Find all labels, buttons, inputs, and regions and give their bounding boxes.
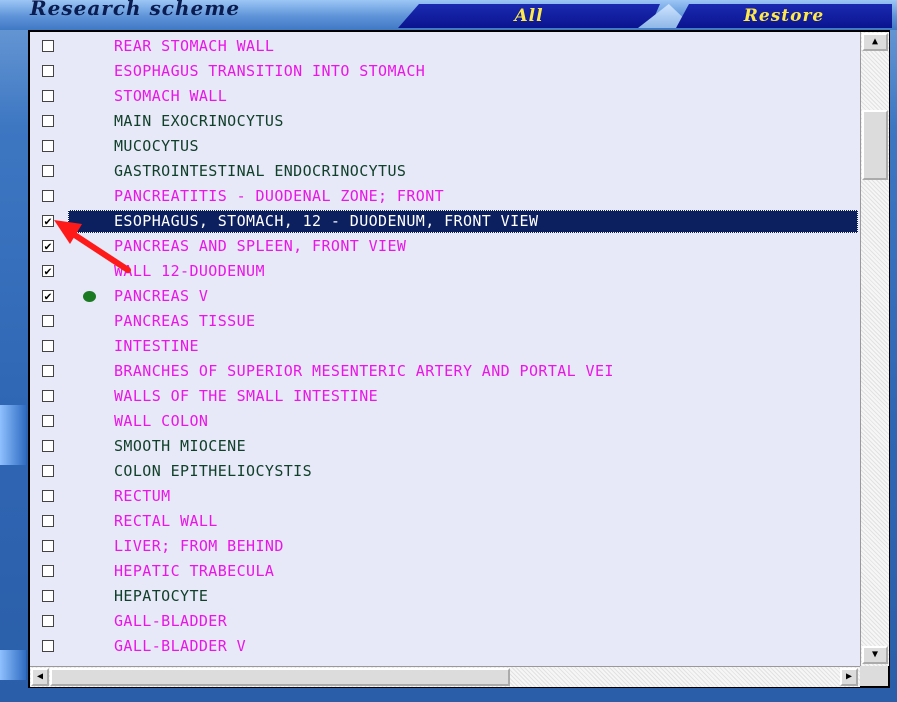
scroll-left-button[interactable]: ◀ (31, 668, 49, 686)
list-item-label: COLON EPITHELIOCYSTIS (114, 462, 313, 480)
list-item[interactable]: RECTAL WALL (30, 509, 860, 534)
list-item-label: SMOOTH MIOCENE (114, 437, 247, 455)
scheme-list[interactable]: REAR STOMACH WALL ESOPHAGUS TRANSITION IN… (30, 32, 860, 666)
list-item[interactable]: WALLS OF THE SMALL INTESTINE (30, 384, 860, 409)
list-item-label: MAIN EXOCRINOCYTUS (114, 112, 284, 130)
list-item-label: WALLS OF THE SMALL INTESTINE (114, 387, 379, 405)
list-item-label: HEPATIC TRABECULA (114, 562, 275, 580)
item-checkbox[interactable] (42, 190, 54, 202)
item-checkbox[interactable]: ✔ (42, 240, 54, 252)
frame-decoration (0, 650, 26, 680)
item-checkbox[interactable] (42, 415, 54, 427)
frame-decoration (0, 405, 26, 465)
vertical-scroll-thumb[interactable] (862, 110, 888, 180)
item-checkbox[interactable] (42, 315, 54, 327)
item-checkbox[interactable] (42, 40, 54, 52)
list-item[interactable]: PANCREAS TISSUE (30, 309, 860, 334)
list-item-label: RECTUM (114, 487, 171, 505)
list-item[interactable]: GASTROINTESTINAL ENDOCRINOCYTUS (30, 159, 860, 184)
item-checkbox[interactable] (42, 390, 54, 402)
list-item-label: GASTROINTESTINAL ENDOCRINOCYTUS (114, 162, 407, 180)
list-item-label: WALL 12-DUODENUM (114, 262, 265, 280)
list-item-label: WALL COLON (114, 412, 209, 430)
up-arrow-icon: ▲ (871, 36, 879, 47)
list-item-label: LIVER; FROM BEHIND (114, 537, 284, 555)
all-button[interactable]: All (398, 4, 660, 28)
horizontal-scroll-thumb[interactable] (50, 668, 510, 686)
item-checkbox[interactable] (42, 490, 54, 502)
item-checkbox[interactable] (42, 640, 54, 652)
list-item[interactable]: ✔ WALL 12-DUODENUM (30, 259, 860, 284)
down-arrow-icon: ▼ (871, 649, 879, 660)
list-item-label: MUCOCYTUS (114, 137, 199, 155)
item-checkbox[interactable] (42, 65, 54, 77)
list-item[interactable]: SMOOTH MIOCENE (30, 434, 860, 459)
list-item[interactable]: STOMACH WALL (30, 84, 860, 109)
list-item[interactable]: ✔ PANCREAS AND SPLEEN, FRONT VIEW (30, 234, 860, 259)
list-item-label: ESOPHAGUS TRANSITION INTO STOMACH (114, 62, 426, 80)
list-item-label: ESOPHAGUS, STOMACH, 12 - DUODENUM, FRONT… (114, 212, 539, 230)
list-item-label: REAR STOMACH WALL (114, 37, 275, 55)
list-item[interactable]: COLON EPITHELIOCYSTIS (30, 459, 860, 484)
list-item[interactable]: PANCREATITIS - DUODENAL ZONE; FRONT (30, 184, 860, 209)
list-item-label: GALL-BLADDER V (114, 637, 247, 655)
item-checkbox[interactable] (42, 115, 54, 127)
item-checkbox[interactable] (42, 90, 54, 102)
list-item[interactable]: ESOPHAGUS TRANSITION INTO STOMACH (30, 59, 860, 84)
list-item[interactable]: GALL-BLADDER V (30, 634, 860, 659)
window-title: Research scheme (30, 0, 241, 20)
scroll-right-button[interactable]: ▶ (840, 668, 858, 686)
item-checkbox[interactable]: ✔ (42, 290, 54, 302)
list-item[interactable]: MAIN EXOCRINOCYTUS (30, 109, 860, 134)
item-checkbox[interactable]: ✔ (42, 215, 54, 227)
item-checkbox[interactable] (42, 465, 54, 477)
item-checkbox[interactable] (42, 590, 54, 602)
list-item-label: PANCREATITIS - DUODENAL ZONE; FRONT (114, 187, 445, 205)
item-checkbox[interactable] (42, 140, 54, 152)
item-checkbox[interactable] (42, 440, 54, 452)
vertical-scrollbar[interactable]: ▲ ▼ (860, 32, 889, 666)
list-item-label: RECTAL WALL (114, 512, 218, 530)
list-item-label: BRANCHES OF SUPERIOR MESENTERIC ARTERY A… (114, 362, 614, 380)
item-checkbox[interactable]: ✔ (42, 265, 54, 277)
scroll-up-button[interactable]: ▲ (862, 33, 888, 51)
item-checkbox[interactable] (42, 515, 54, 527)
left-arrow-icon: ◀ (36, 671, 44, 682)
list-item[interactable]: RECTUM (30, 484, 860, 509)
item-checkbox[interactable] (42, 165, 54, 177)
right-arrow-icon: ▶ (845, 671, 853, 682)
horizontal-scrollbar[interactable]: ◀ ▶ (30, 666, 860, 687)
list-item[interactable]: ✔ PANCREAS V (30, 284, 860, 309)
item-checkbox[interactable] (42, 615, 54, 627)
list-item-label: PANCREAS AND SPLEEN, FRONT VIEW (114, 237, 407, 255)
list-item[interactable]: BRANCHES OF SUPERIOR MESENTERIC ARTERY A… (30, 359, 860, 384)
item-checkbox[interactable] (42, 365, 54, 377)
list-item[interactable]: INTESTINE (30, 334, 860, 359)
item-checkbox[interactable] (42, 540, 54, 552)
list-item[interactable]: LIVER; FROM BEHIND (30, 534, 860, 559)
scroll-down-button[interactable]: ▼ (862, 646, 888, 664)
research-scheme-list-panel: REAR STOMACH WALL ESOPHAGUS TRANSITION IN… (28, 30, 890, 688)
restore-button[interactable]: Restore (676, 4, 892, 28)
list-item[interactable]: GALL-BLADDER (30, 609, 860, 634)
item-checkbox[interactable] (42, 340, 54, 352)
scrollbar-corner (860, 666, 888, 686)
list-item-label: PANCREAS V (114, 287, 209, 305)
green-dot-icon (83, 291, 96, 302)
list-item-label: PANCREAS TISSUE (114, 312, 256, 330)
list-item[interactable]: MUCOCYTUS (30, 134, 860, 159)
item-checkbox[interactable] (42, 565, 54, 577)
list-item-label: STOMACH WALL (114, 87, 228, 105)
list-item[interactable]: WALL COLON (30, 409, 860, 434)
list-item-label: HEPATOCYTE (114, 587, 209, 605)
list-item[interactable]: HEPATOCYTE (30, 584, 860, 609)
list-item-label: INTESTINE (114, 337, 199, 355)
list-item[interactable]: REAR STOMACH WALL (30, 34, 860, 59)
list-item[interactable]: ✔ ESOPHAGUS, STOMACH, 12 - DUODENUM, FRON… (30, 209, 860, 234)
list-item-label: GALL-BLADDER (114, 612, 228, 630)
list-item[interactable]: HEPATIC TRABECULA (30, 559, 860, 584)
title-bar: Research scheme All Restore (0, 0, 897, 30)
